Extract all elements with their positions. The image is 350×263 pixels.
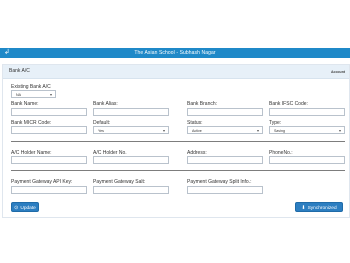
bank-branch-input[interactable]: [187, 108, 263, 116]
check-circle-icon: ⊙: [14, 205, 19, 211]
bank-ifsc-label: Bank IFSC Code:: [269, 101, 308, 107]
divider: [11, 170, 345, 171]
update-button-label: Update: [20, 206, 36, 211]
status-select[interactable]: Active: [187, 126, 263, 135]
bank-name-input[interactable]: [11, 108, 87, 116]
holder-name-input[interactable]: [11, 156, 87, 164]
pg-salt-label: Payment Gateway Salt:: [93, 179, 146, 185]
pg-api-key-label: Payment Gateway API Key:: [11, 179, 73, 185]
pg-salt-input[interactable]: [93, 186, 169, 194]
address-input[interactable]: [187, 156, 263, 164]
update-button[interactable]: ⊙ Update: [11, 202, 39, 212]
bank-branch-label: Bank Branch:: [187, 101, 218, 107]
synchronized-button[interactable]: ⬇ Synchronized: [295, 202, 343, 212]
pg-split-input[interactable]: [187, 186, 263, 194]
panel-right-label: Account: [331, 70, 345, 74]
existing-bank-select[interactable]: NA: [11, 90, 56, 99]
default-select[interactable]: Yes: [93, 126, 169, 135]
page-title: The Asian School - Subhash Nagar: [134, 50, 216, 56]
holder-no-input[interactable]: [93, 156, 169, 164]
pg-api-key-input[interactable]: [11, 186, 87, 194]
bank-alias-input[interactable]: [93, 108, 169, 116]
type-select[interactable]: Saving: [269, 126, 345, 135]
bank-alias-label: Bank Alias:: [93, 101, 118, 107]
bank-name-label: Bank Name:: [11, 101, 39, 107]
panel-header: Bank A/C Account: [3, 65, 349, 79]
divider: [11, 141, 345, 142]
bank-ifsc-input[interactable]: [269, 108, 345, 116]
app-header: ↲ The Asian School - Subhash Nagar: [0, 48, 350, 58]
pg-split-label: Payment Gateway Split Info.:: [187, 179, 252, 185]
synchronized-button-label: Synchronized: [307, 206, 337, 211]
phone-input[interactable]: [269, 156, 345, 164]
bank-micr-input[interactable]: [11, 126, 87, 134]
bank-account-panel: Bank A/C Account Existing Bank A/C NA Ba…: [2, 64, 350, 218]
panel-title: Bank A/C: [9, 68, 30, 74]
download-icon: ⬇: [301, 205, 306, 211]
